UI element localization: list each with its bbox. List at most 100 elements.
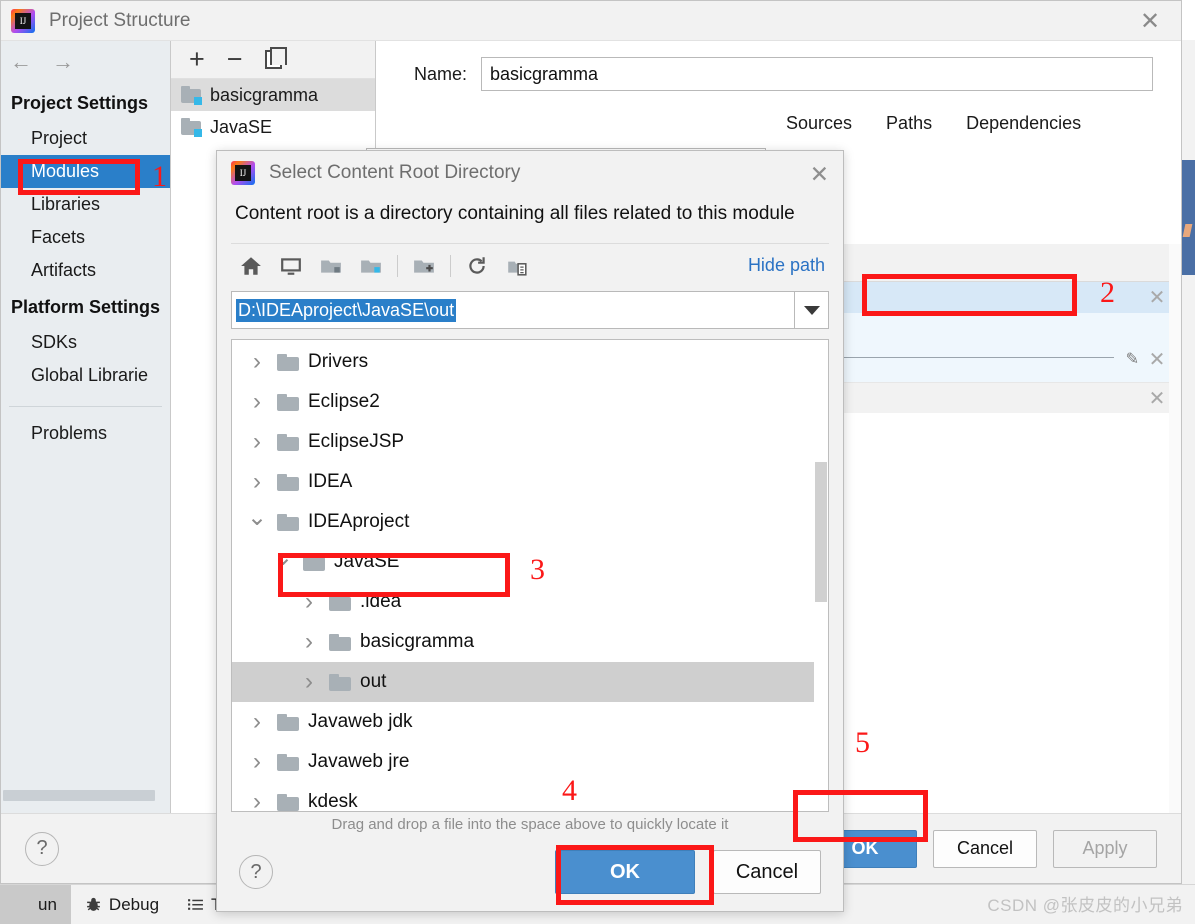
module-name-input[interactable]: basicgramma — [481, 57, 1153, 91]
folder-icon — [303, 553, 325, 571]
sidebar-item-facets[interactable]: Facets — [1, 221, 170, 254]
show-hidden-icon[interactable] — [497, 251, 537, 281]
dialog-hint: Drag and drop a file into the space abov… — [331, 816, 729, 833]
path-input[interactable]: D:\IDEAproject\JavaSE\out — [231, 291, 795, 329]
tree-row[interactable]: EclipseJSP — [232, 422, 814, 462]
sidebar-item-sdks[interactable]: SDKs — [1, 326, 170, 359]
tree-row[interactable]: Javaweb jdk — [232, 702, 814, 742]
directory-tree-rows: Drivers Eclipse2 EclipseJSP IDEA IDEAproject… — [232, 340, 814, 811]
chevron-right-icon[interactable] — [246, 788, 268, 811]
add-module-icon[interactable]: + — [189, 46, 205, 73]
remove-content-root-icon[interactable]: ✕ — [1147, 386, 1167, 411]
folder-icon — [277, 513, 299, 531]
tree-row[interactable]: Eclipse2 — [232, 382, 814, 422]
tree-row[interactable]: kdesk — [232, 782, 814, 812]
sidebar-item-modules[interactable]: Modules — [1, 155, 170, 188]
chevron-right-icon[interactable] — [246, 348, 268, 376]
annotation-number-3: 3 — [530, 553, 545, 586]
select-content-root-dialog: IJ Select Content Root Directory ✕ Conte… — [216, 150, 844, 912]
tree-row[interactable]: JavaSE — [232, 542, 814, 582]
tree-row[interactable]: Javaweb jre — [232, 742, 814, 782]
forward-arrow-icon[interactable]: → — [51, 49, 75, 75]
module-list-item[interactable]: basicgramma — [171, 79, 375, 111]
dialog-cancel-button[interactable]: Cancel — [713, 850, 821, 894]
home-icon[interactable] — [231, 251, 271, 281]
page-title: Project Structure — [49, 9, 191, 31]
dialog-ok-button[interactable]: OK — [555, 850, 695, 894]
module-list-item[interactable]: JavaSE — [171, 111, 375, 143]
dialog-description: Content root is a directory containing a… — [235, 203, 795, 224]
sidebar-item-project[interactable]: Project — [1, 122, 170, 155]
tree-row[interactable]: out — [232, 662, 814, 702]
copy-module-icon[interactable] — [264, 47, 287, 69]
sidebar-item-problems[interactable]: Problems — [1, 407, 170, 450]
chevron-down-icon[interactable] — [246, 508, 268, 537]
tree-row-label: kdesk — [308, 791, 358, 812]
tree-row[interactable]: IDEAproject — [232, 502, 814, 542]
new-folder-icon[interactable] — [404, 251, 444, 281]
project-folder-icon[interactable] — [311, 251, 351, 281]
tree-row-label: EclipseJSP — [308, 431, 405, 452]
folder-icon — [277, 393, 299, 411]
chevron-right-icon[interactable] — [298, 588, 320, 616]
sidebar-group-project-settings: Project Settings — [11, 93, 149, 113]
chevron-right-icon[interactable] — [246, 388, 268, 416]
module-folder-icon[interactable] — [351, 251, 391, 281]
back-arrow-icon[interactable]: ← — [9, 49, 33, 75]
tree-vertical-scrollbar[interactable] — [814, 340, 828, 811]
remove-content-root-icon[interactable]: ✕ — [1147, 285, 1167, 310]
hide-path-link[interactable]: Hide path — [748, 255, 825, 276]
desktop-icon[interactable] — [271, 251, 311, 281]
remove-module-icon[interactable]: − — [227, 46, 243, 73]
tree-row[interactable]: .idea — [232, 582, 814, 622]
tab-paths[interactable]: Paths — [886, 113, 932, 134]
tree-row[interactable]: Drivers — [232, 342, 814, 382]
tree-row-label: Eclipse2 — [308, 391, 380, 412]
chevron-right-icon[interactable] — [246, 708, 268, 736]
status-item-debug[interactable]: Debug — [71, 885, 173, 924]
sidebar-horizontal-scrollbar[interactable] — [3, 790, 155, 801]
folder-icon — [329, 593, 351, 611]
help-icon[interactable]: ? — [25, 831, 59, 866]
dialog-titlebar: IJ Select Content Root Directory ✕ — [217, 151, 843, 195]
sidebar-item-global-libraries[interactable]: Global Librarie — [1, 359, 170, 392]
chevron-right-icon[interactable] — [298, 628, 320, 656]
close-icon[interactable]: ✕ — [1119, 1, 1181, 41]
tree-row-label: Javaweb jre — [308, 751, 410, 772]
detail-vertical-scrollbar[interactable] — [1169, 244, 1181, 813]
bug-icon — [85, 896, 102, 913]
toolbar-divider — [397, 254, 398, 277]
project-structure-titlebar: IJ Project Structure ✕ — [1, 1, 1181, 41]
sidebar-group-platform-settings: Platform Settings — [11, 297, 161, 317]
cancel-button[interactable]: Cancel — [933, 829, 1037, 868]
tree-row[interactable]: basicgramma — [232, 622, 814, 662]
annotation-number-1: 1 — [152, 160, 167, 193]
dialog-help-icon[interactable]: ? — [239, 855, 273, 889]
edit-pencil-icon[interactable]: ✎ — [1126, 349, 1139, 369]
sidebar-item-artifacts[interactable]: Artifacts — [1, 254, 170, 287]
dialog-toolbar: Hide path — [231, 243, 829, 287]
dialog-close-icon[interactable]: ✕ — [810, 161, 829, 188]
chevron-right-icon[interactable] — [246, 468, 268, 496]
sidebar-item-libraries[interactable]: Libraries — [1, 188, 170, 221]
chevron-right-icon[interactable] — [246, 748, 268, 776]
chevron-right-icon[interactable] — [246, 428, 268, 456]
chevron-right-icon[interactable] — [298, 668, 320, 696]
tab-sources[interactable]: Sources — [786, 113, 852, 134]
apply-button[interactable]: Apply — [1053, 829, 1157, 868]
chevron-down-icon[interactable] — [272, 548, 294, 577]
remove-source-folder-icon[interactable]: ✕ — [1147, 347, 1167, 372]
toolbar-divider — [450, 254, 451, 277]
refresh-icon[interactable] — [457, 251, 497, 281]
tree-row[interactable]: IDEA — [232, 462, 814, 502]
tree-scrollbar-thumb[interactable] — [815, 462, 827, 602]
ide-right-tool-strip[interactable] — [1181, 160, 1195, 275]
settings-sidebar: ← → Project Settings Project Modules Lib… — [1, 41, 171, 813]
path-history-dropdown[interactable] — [795, 291, 829, 329]
tree-row-label: IDEA — [308, 471, 353, 492]
tree-row-label: IDEAproject — [308, 511, 410, 532]
status-item-debug-label: Debug — [108, 894, 160, 914]
tab-dependencies[interactable]: Dependencies — [966, 113, 1081, 134]
status-item-run[interactable]: un — [0, 884, 71, 924]
folder-icon — [329, 673, 351, 691]
